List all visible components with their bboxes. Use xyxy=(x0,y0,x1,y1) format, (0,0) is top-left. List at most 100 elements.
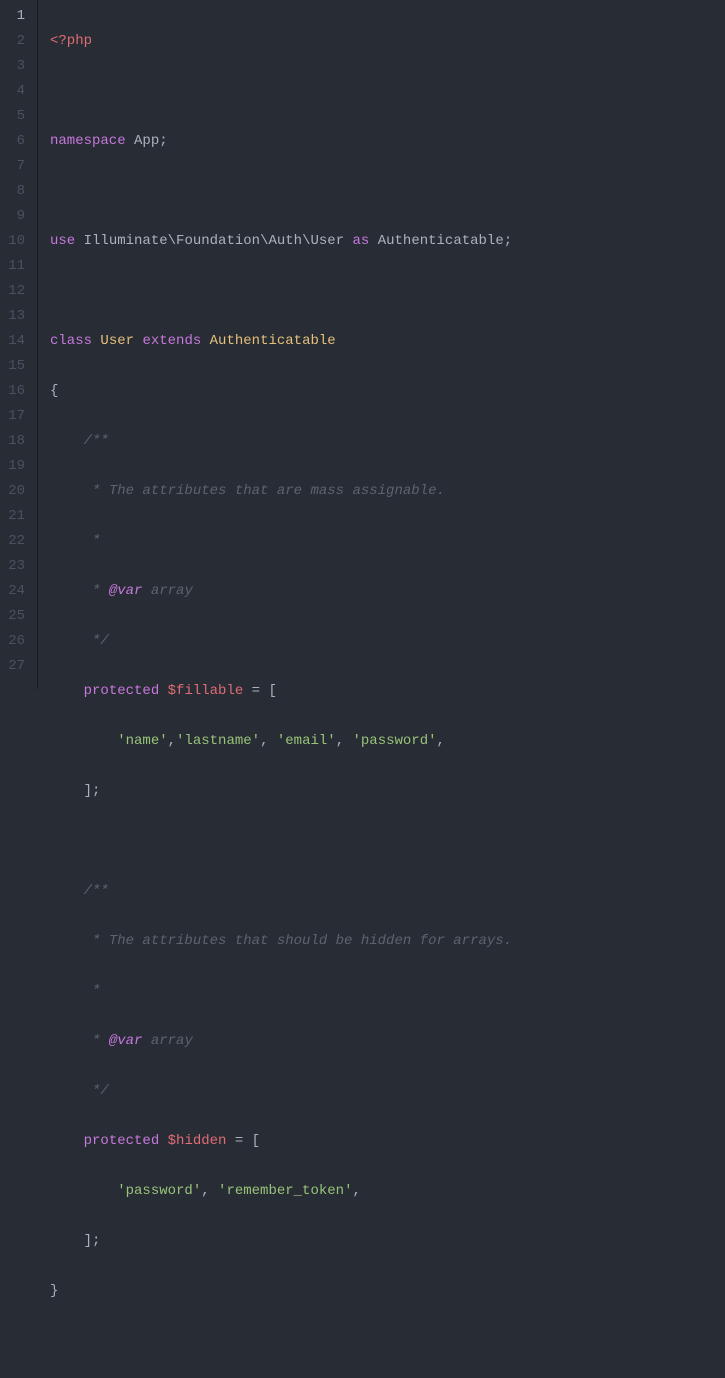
code-line: 'name','lastname', 'email', 'password', xyxy=(50,729,512,754)
code-line: class User extends Authenticatable xyxy=(50,329,512,354)
code-line: namespace App; xyxy=(50,129,512,154)
line-number: 23 xyxy=(8,554,25,579)
code-line: protected $fillable = [ xyxy=(50,679,512,704)
line-number: 5 xyxy=(8,104,25,129)
docblock-star: * xyxy=(84,1033,109,1049)
docblock-open: /** xyxy=(84,433,109,449)
line-number: 19 xyxy=(8,454,25,479)
docblock-line: * xyxy=(84,983,101,999)
code-line: */ xyxy=(50,1079,512,1104)
code-line: * @var array xyxy=(50,1029,512,1054)
namespace-part: User xyxy=(310,233,344,249)
equals: = xyxy=(243,683,268,699)
line-number: 8 xyxy=(8,179,25,204)
line-number: 17 xyxy=(8,404,25,429)
line-number: 27 xyxy=(8,654,25,679)
close-bracket: ]; xyxy=(84,783,101,799)
docblock-line: * The attributes that should be hidden f… xyxy=(84,933,512,949)
code-line: use Illuminate\Foundation\Auth\User as A… xyxy=(50,229,512,254)
semicolon: ; xyxy=(159,133,167,149)
line-number: 4 xyxy=(8,79,25,104)
string-literal: 'remember_token' xyxy=(218,1183,352,1199)
variable-hidden: $hidden xyxy=(168,1133,227,1149)
keyword-as: as xyxy=(353,233,370,249)
code-line: ]; xyxy=(50,1229,512,1254)
keyword-extends: extends xyxy=(142,333,201,349)
code-line: /** xyxy=(50,429,512,454)
code-line xyxy=(50,179,512,204)
code-editor: 1234567891011121314151617181920212223242… xyxy=(0,0,725,689)
docblock-close: */ xyxy=(84,1083,109,1099)
line-number: 3 xyxy=(8,54,25,79)
equals: = xyxy=(226,1133,251,1149)
code-line: /** xyxy=(50,879,512,904)
string-literal: 'email' xyxy=(277,733,336,749)
namespace-part: Auth xyxy=(268,233,302,249)
code-content[interactable]: <?php namespace App; use Illuminate\Foun… xyxy=(38,0,512,689)
keyword-namespace: namespace xyxy=(50,133,126,149)
line-number-gutter: 1234567891011121314151617181920212223242… xyxy=(0,0,38,689)
code-line xyxy=(50,79,512,104)
string-literal: 'name' xyxy=(117,733,167,749)
string-literal: 'lastname' xyxy=(176,733,260,749)
docblock-open: /** xyxy=(84,883,109,899)
code-line: } xyxy=(50,1279,512,1304)
docblock-star: * xyxy=(84,583,109,599)
code-line: { xyxy=(50,379,512,404)
code-line: * xyxy=(50,979,512,1004)
namespace-name: App xyxy=(134,133,159,149)
line-number: 6 xyxy=(8,129,25,154)
open-brace: { xyxy=(50,383,58,399)
line-number: 11 xyxy=(8,254,25,279)
string-literal: 'password' xyxy=(117,1183,201,1199)
docblock-line: * xyxy=(84,533,101,549)
line-number: 13 xyxy=(8,304,25,329)
close-bracket: ]; xyxy=(84,1233,101,1249)
code-line: * The attributes that are mass assignabl… xyxy=(50,479,512,504)
code-line: 'password', 'remember_token', xyxy=(50,1179,512,1204)
line-number: 1 xyxy=(8,4,25,29)
open-bracket: [ xyxy=(268,683,276,699)
code-line: */ xyxy=(50,629,512,654)
keyword-class: class xyxy=(50,333,92,349)
keyword-protected: protected xyxy=(84,1133,160,1149)
line-number: 7 xyxy=(8,154,25,179)
line-number: 2 xyxy=(8,29,25,54)
code-line xyxy=(50,279,512,304)
backslash: \ xyxy=(168,233,176,249)
comma: , xyxy=(260,733,277,749)
keyword-protected: protected xyxy=(84,683,160,699)
close-brace: } xyxy=(50,1283,58,1299)
line-number: 12 xyxy=(8,279,25,304)
open-bracket: [ xyxy=(252,1133,260,1149)
doc-tag-var: @var xyxy=(109,583,143,599)
code-line xyxy=(50,1329,512,1354)
semicolon: ; xyxy=(504,233,512,249)
line-number: 10 xyxy=(8,229,25,254)
class-name: User xyxy=(100,333,134,349)
class-alias: Authenticatable xyxy=(378,233,504,249)
code-line: protected $hidden = [ xyxy=(50,1129,512,1154)
string-literal: 'password' xyxy=(353,733,437,749)
line-number: 25 xyxy=(8,604,25,629)
docblock-line: * The attributes that are mass assignabl… xyxy=(84,483,445,499)
line-number: 24 xyxy=(8,579,25,604)
line-number: 21 xyxy=(8,504,25,529)
code-line xyxy=(50,829,512,854)
line-number: 9 xyxy=(8,204,25,229)
doc-type: array xyxy=(142,583,192,599)
code-line: * @var array xyxy=(50,579,512,604)
code-line: * The attributes that should be hidden f… xyxy=(50,929,512,954)
code-line: <?php xyxy=(50,29,512,54)
comma: , xyxy=(168,733,176,749)
php-open-tag: <?php xyxy=(50,33,92,49)
line-number: 22 xyxy=(8,529,25,554)
parent-class: Authenticatable xyxy=(210,333,336,349)
namespace-part: Illuminate xyxy=(84,233,168,249)
line-number: 18 xyxy=(8,429,25,454)
code-line: ]; xyxy=(50,779,512,804)
comma: , xyxy=(336,733,353,749)
comma: , xyxy=(437,733,445,749)
comma: , xyxy=(201,1183,218,1199)
line-number: 15 xyxy=(8,354,25,379)
